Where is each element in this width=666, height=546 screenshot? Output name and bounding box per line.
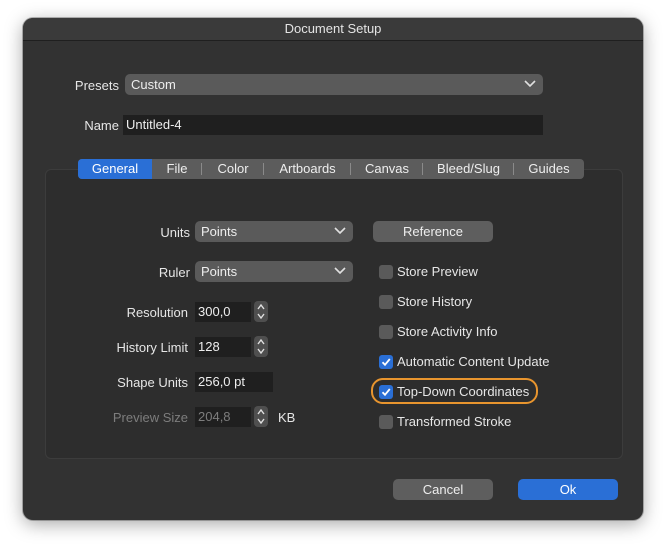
- units-label: Units: [160, 225, 190, 240]
- top-down-coordinates-checkbox[interactable]: [379, 385, 393, 399]
- chevron-down-icon: [334, 227, 346, 235]
- preview-size-unit: KB: [278, 410, 296, 425]
- units-value: Points: [201, 224, 238, 239]
- checkmark-icon: [381, 358, 391, 367]
- dialog-title: Document Setup: [23, 18, 643, 41]
- ok-button[interactable]: Ok: [518, 479, 618, 500]
- store-history-label: Store History: [397, 294, 473, 309]
- automatic-content-update-checkbox[interactable]: [379, 355, 393, 369]
- resolution-field[interactable]: 300,0: [195, 302, 251, 322]
- store-activity-info-checkbox[interactable]: [379, 325, 393, 339]
- resolution-label: Resolution: [126, 305, 188, 320]
- reference-button[interactable]: Reference: [373, 221, 493, 242]
- presets-label: Presets: [74, 78, 119, 93]
- checkmark-icon: [381, 388, 391, 397]
- history-limit-field[interactable]: 128: [195, 337, 251, 357]
- cancel-button[interactable]: Cancel: [393, 479, 493, 500]
- chevron-up-icon: [257, 409, 265, 415]
- name-label: Name: [84, 118, 119, 133]
- presets-value: Custom: [131, 77, 176, 92]
- tab-canvas[interactable]: Canvas: [351, 159, 423, 179]
- shape-units-field[interactable]: 256,0 pt: [195, 372, 273, 392]
- ruler-value: Points: [201, 264, 238, 279]
- chevron-up-icon: [257, 339, 265, 345]
- tab-file[interactable]: File: [152, 159, 202, 179]
- tab-artboards[interactable]: Artboards: [264, 159, 351, 179]
- chevron-down-icon: [524, 80, 536, 88]
- shape-units-label: Shape Units: [117, 375, 188, 390]
- chevron-down-icon: [257, 313, 265, 319]
- resolution-stepper[interactable]: [254, 301, 268, 322]
- preview-size-field[interactable]: 204,8: [195, 407, 251, 427]
- tab-general[interactable]: General: [78, 159, 152, 179]
- history-limit-label: History Limit: [116, 340, 188, 355]
- history-limit-stepper[interactable]: [254, 336, 268, 357]
- preview-size-stepper[interactable]: [254, 406, 268, 427]
- tab-color[interactable]: Color: [202, 159, 264, 179]
- ruler-label: Ruler: [158, 265, 190, 280]
- store-preview-checkbox[interactable]: [379, 265, 393, 279]
- ruler-select[interactable]: Points: [195, 261, 353, 282]
- store-history-checkbox[interactable]: [379, 295, 393, 309]
- automatic-content-update-label: Automatic Content Update: [397, 354, 550, 369]
- chevron-down-icon: [334, 267, 346, 275]
- name-field[interactable]: Untitled-4: [123, 115, 543, 135]
- tab-bar: General File Color Artboards Canvas Blee…: [78, 159, 584, 179]
- units-select[interactable]: Points: [195, 221, 353, 242]
- chevron-up-icon: [257, 304, 265, 310]
- preview-size-label: Preview Size: [112, 410, 188, 425]
- transformed-stroke-label: Transformed Stroke: [397, 414, 512, 429]
- chevron-down-icon: [257, 418, 265, 424]
- tab-guides[interactable]: Guides: [514, 159, 584, 179]
- presets-select[interactable]: Custom: [125, 74, 543, 95]
- tab-bleed-slug[interactable]: Bleed/Slug: [423, 159, 514, 179]
- store-preview-label: Store Preview: [397, 264, 478, 279]
- chevron-down-icon: [257, 348, 265, 354]
- top-down-coordinates-label: Top-Down Coordinates: [397, 384, 530, 399]
- transformed-stroke-checkbox[interactable]: [379, 415, 393, 429]
- document-setup-dialog: Document Setup Presets Custom Name Untit…: [23, 18, 643, 520]
- store-activity-info-label: Store Activity Info: [397, 324, 498, 339]
